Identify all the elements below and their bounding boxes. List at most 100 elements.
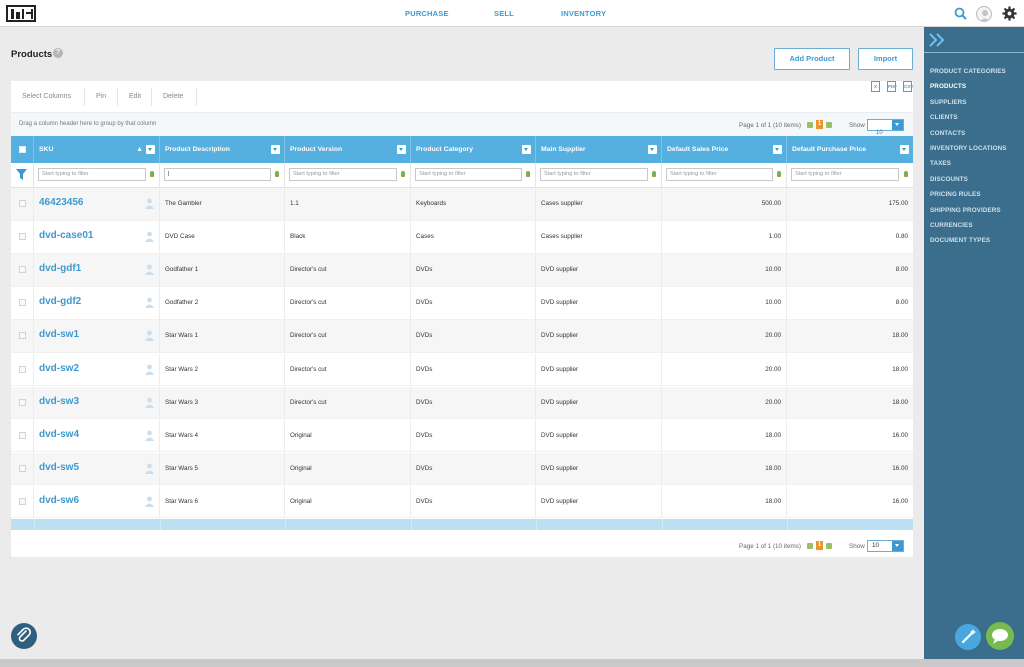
row-checkbox[interactable] — [19, 200, 26, 207]
group-by-area[interactable]: Drag a column header here to group by th… — [11, 112, 913, 136]
sidebar-item-contacts[interactable]: CONTACTS — [930, 126, 1024, 141]
prev-page-button[interactable] — [807, 122, 813, 128]
sku-cell[interactable]: dvd-sw6 — [34, 485, 160, 519]
nav-sell[interactable]: SELL — [494, 9, 514, 18]
filter-pin-icon[interactable] — [526, 171, 530, 177]
sku-link[interactable]: dvd-sw2 — [39, 363, 79, 374]
table-row[interactable]: dvd-sw5 Star Wars 5 Original DVDs DVD suppli… — [11, 452, 913, 486]
row-checkbox[interactable] — [19, 497, 26, 505]
sidebar-item-discounts[interactable]: DISCOUNTS — [930, 172, 1024, 187]
pin-button[interactable]: Pin — [96, 93, 106, 100]
column-menu-icon[interactable] — [773, 145, 782, 154]
select-all-checkbox[interactable] — [19, 146, 26, 153]
user-icon[interactable] — [145, 297, 154, 309]
edit-button[interactable]: Edit — [129, 93, 141, 100]
sku-link[interactable]: dvd-sw6 — [39, 495, 79, 506]
sidebar-item-products[interactable]: PRODUCTS — [930, 79, 1024, 94]
filter-pin-icon[interactable] — [904, 171, 908, 177]
table-row[interactable]: dvd-gdf1 Godfather 1 Director's cut DVDs DVD… — [11, 254, 913, 287]
export-csv-icon[interactable]: CSV — [903, 81, 913, 92]
header-default-sales-price[interactable]: Default Sales Price — [662, 136, 787, 163]
sidebar-item-inventory-locations[interactable]: INVENTORY LOCATIONS — [930, 141, 1024, 156]
nav-purchase[interactable]: PURCHASE — [405, 9, 449, 18]
filter-sales-price-input[interactable]: Start typing to filter — [666, 168, 773, 181]
column-menu-icon[interactable] — [900, 145, 909, 154]
sidebar-item-suppliers[interactable]: SUPPLIERS — [930, 95, 1024, 110]
table-row[interactable]: dvd-sw2 Star Wars 2 Director's cut DVDs DVD … — [11, 353, 913, 386]
gear-icon[interactable] — [1002, 6, 1017, 21]
filter-pin-icon[interactable] — [150, 171, 154, 177]
next-page-button[interactable] — [826, 543, 832, 549]
filter-description-input[interactable]: | — [164, 168, 271, 181]
user-icon[interactable] — [145, 198, 154, 209]
sku-cell[interactable]: dvd-gdf1 — [34, 254, 160, 287]
sku-cell[interactable]: dvd-gdf2 — [34, 287, 160, 320]
export-excel-icon[interactable]: X — [871, 81, 880, 92]
add-product-button[interactable]: Add Product — [774, 48, 850, 70]
export-pdf-icon[interactable]: PDF — [887, 81, 897, 92]
delete-button[interactable]: Delete — [163, 93, 183, 100]
header-product-description[interactable]: Product Description — [160, 136, 285, 163]
user-avatar-icon[interactable] — [976, 6, 992, 22]
sku-cell[interactable]: dvd-sw5 — [34, 452, 160, 486]
column-menu-icon[interactable] — [397, 145, 406, 154]
prev-page-button[interactable] — [807, 543, 813, 549]
header-product-category[interactable]: Product Category — [411, 136, 536, 163]
sku-link[interactable]: dvd-sw4 — [39, 429, 79, 440]
sku-link[interactable]: dvd-sw1 — [39, 329, 79, 340]
user-icon[interactable] — [145, 496, 154, 507]
filter-purchase-price-input[interactable]: Start typing to filter — [791, 168, 899, 181]
import-button[interactable]: Import — [858, 48, 913, 70]
sidebar-item-document-types[interactable]: DOCUMENT TYPES — [930, 233, 1024, 248]
header-default-purchase-price[interactable]: Default Purchase Price — [787, 136, 913, 163]
table-row[interactable]: 46423456 The Gambler 1.1 Keyboards Cases sup… — [11, 188, 913, 221]
filter-pin-icon[interactable] — [275, 171, 279, 177]
filter-sku-input[interactable]: Start typing to filter — [38, 168, 146, 181]
sku-cell[interactable]: 46423456 — [34, 188, 160, 221]
column-menu-icon[interactable] — [271, 145, 280, 154]
user-icon[interactable] — [145, 330, 154, 342]
row-checkbox[interactable] — [19, 398, 26, 406]
filter-icon[interactable] — [16, 169, 27, 180]
row-checkbox[interactable] — [19, 233, 26, 241]
sku-link[interactable]: 46423456 — [39, 197, 84, 208]
table-row[interactable]: dvd-sw3 Star Wars 3 Director's cut DVDs DVD … — [11, 386, 913, 420]
user-icon[interactable] — [145, 264, 154, 276]
attachment-button[interactable] — [11, 623, 37, 649]
current-page[interactable]: 1 — [816, 120, 823, 129]
row-checkbox[interactable] — [19, 464, 26, 472]
sku-link[interactable]: dvd-gdf1 — [39, 263, 81, 274]
sku-cell[interactable]: dvd-sw2 — [34, 353, 160, 386]
filter-pin-icon[interactable] — [777, 171, 781, 177]
header-product-version[interactable]: Product Version — [285, 136, 411, 163]
search-icon[interactable] — [954, 7, 967, 20]
column-menu-icon[interactable] — [146, 145, 155, 154]
sku-link[interactable]: dvd-sw3 — [39, 396, 79, 407]
table-row[interactable]: dvd-sw6 Star Wars 6 Original DVDs DVD suppli… — [11, 485, 913, 519]
user-icon[interactable] — [145, 231, 154, 243]
filter-version-input[interactable]: Start typing to filter — [289, 168, 397, 181]
header-sku[interactable]: SKU ▲ — [34, 136, 160, 163]
user-icon[interactable] — [145, 397, 154, 408]
double-chevron-right-icon[interactable] — [928, 32, 946, 48]
header-main-supplier[interactable]: Main Supplier — [536, 136, 662, 163]
filter-pin-icon[interactable] — [401, 171, 405, 177]
filter-category-input[interactable]: Start typing to filter — [415, 168, 522, 181]
user-icon[interactable] — [145, 364, 154, 375]
chat-button[interactable] — [986, 622, 1014, 650]
app-logo[interactable] — [6, 5, 36, 22]
row-checkbox[interactable] — [19, 332, 26, 340]
sidebar-item-pricing-rules[interactable]: PRICING RULES — [930, 187, 1024, 202]
row-checkbox[interactable] — [19, 365, 26, 373]
user-icon[interactable] — [145, 463, 154, 474]
sidebar-item-clients[interactable]: CLIENTS — [930, 110, 1024, 125]
select-columns-button[interactable]: Select Columns — [22, 93, 71, 100]
row-checkbox[interactable] — [19, 299, 26, 307]
table-row[interactable]: dvd-case01 DVD Case Black Cases Cases suppli… — [11, 221, 913, 254]
column-menu-icon[interactable] — [522, 145, 531, 154]
page-size-select[interactable]: 10 — [867, 540, 904, 552]
current-page[interactable]: 1 — [816, 541, 823, 550]
sku-link[interactable]: dvd-gdf2 — [39, 296, 81, 307]
magic-wand-button[interactable] — [955, 624, 981, 650]
table-row[interactable]: dvd-sw1 Star Wars 1 Director's cut DVDs DVD … — [11, 320, 913, 353]
